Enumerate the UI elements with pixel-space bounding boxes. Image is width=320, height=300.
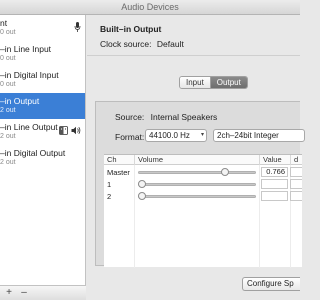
slider-knob[interactable] — [220, 168, 229, 176]
clock-source-label: Clock source: — [100, 39, 152, 49]
format-label: Format: — [115, 132, 145, 142]
tab-input[interactable]: Input — [180, 77, 210, 88]
table-header: Ch Volume Value d — [104, 155, 302, 165]
device-channels: 2 out — [0, 159, 16, 166]
channel-label: Master — [107, 168, 130, 177]
device-item[interactable]: nt 0 out — [0, 15, 85, 41]
device-name: –in Output — [0, 96, 40, 106]
divider — [87, 55, 300, 56]
microphone-icon — [74, 22, 81, 32]
slider-knob[interactable] — [138, 180, 146, 188]
device-name: –in Digital Output — [0, 148, 66, 158]
table-row: Master 0.766 — [104, 167, 302, 178]
channel-label: 1 — [107, 180, 112, 189]
slider-knob[interactable] — [138, 192, 146, 200]
speaker-icon — [71, 126, 81, 135]
channel-label: 2 — [107, 192, 112, 201]
finder-icon — [59, 126, 68, 135]
window-title: Audio Devices — [0, 0, 300, 15]
sample-rate-value: 44100.0 Hz — [149, 131, 190, 140]
device-item[interactable]: –in Digital Input 0 out — [0, 67, 85, 93]
device-channels: 0 out — [0, 81, 16, 88]
column-header-ch: Ch — [107, 155, 117, 164]
volume-value-field[interactable] — [261, 191, 288, 201]
io-tabs: Input Output — [179, 76, 248, 89]
bit-format-value: 2ch–24bit Integer — [217, 131, 279, 140]
device-item-selected[interactable]: –in Output 2 out — [0, 93, 85, 119]
device-channels: 0 out — [0, 29, 16, 36]
volume-slider[interactable] — [138, 168, 256, 176]
source-value: Internal Speakers — [150, 112, 218, 122]
device-item[interactable]: –in Line Output 2 out — [0, 119, 85, 145]
tab-output[interactable]: Output — [209, 77, 247, 88]
device-channels: 2 out — [0, 133, 16, 140]
remove-device-button[interactable]: – — [18, 287, 30, 299]
column-header-value: Value — [259, 155, 282, 165]
add-device-button[interactable]: + — [3, 287, 15, 299]
chevron-updown-icon: ▾ — [200, 132, 204, 138]
table-row: 2 — [104, 191, 302, 202]
sidebar-toolbar: + – — [0, 285, 86, 300]
device-item[interactable]: –in Line Input 0 out — [0, 41, 85, 67]
device-channels: 0 out — [0, 55, 16, 62]
device-detail-pane: Built–in Output Clock source: Default In… — [87, 15, 305, 300]
device-list: nt 0 out –in Line Input 0 out –in Digita… — [0, 15, 86, 300]
device-title: Built–in Output — [100, 24, 162, 34]
source-label: Source: — [115, 112, 145, 122]
volume-value-field[interactable]: 0.766 — [261, 167, 288, 177]
configure-speakers-button[interactable]: Configure Sp — [242, 277, 300, 291]
column-header-volume: Volume — [134, 155, 163, 165]
volume-slider[interactable] — [138, 192, 256, 200]
output-panel: Source: Internal Speakers Format: 44100.… — [95, 101, 305, 268]
device-name: –in Line Input — [0, 44, 52, 54]
volume-table: Ch Volume Value d Master 0.766 1 2 — [104, 154, 302, 268]
db-value-field[interactable] — [290, 167, 302, 177]
volume-slider[interactable] — [138, 180, 256, 188]
db-value-field[interactable] — [290, 191, 302, 201]
column-header-db: d — [290, 155, 298, 165]
clock-source-value[interactable]: Default — [157, 39, 184, 49]
source-row: Source: Internal Speakers — [115, 112, 217, 122]
clock-source: Clock source: Default — [100, 39, 184, 49]
device-name: –in Digital Input — [0, 70, 59, 80]
table-row: 1 — [104, 179, 302, 190]
device-item[interactable]: –in Digital Output 2 out — [0, 145, 85, 171]
device-channels: 2 out — [0, 107, 16, 114]
sample-rate-select[interactable]: 44100.0 Hz ▾ — [145, 129, 207, 142]
bit-format-select[interactable]: 2ch–24bit Integer — [213, 129, 305, 142]
volume-value-field[interactable] — [261, 179, 288, 189]
device-name: –in Line Output — [0, 122, 58, 132]
db-value-field[interactable] — [290, 179, 302, 189]
device-name: nt — [0, 18, 8, 28]
